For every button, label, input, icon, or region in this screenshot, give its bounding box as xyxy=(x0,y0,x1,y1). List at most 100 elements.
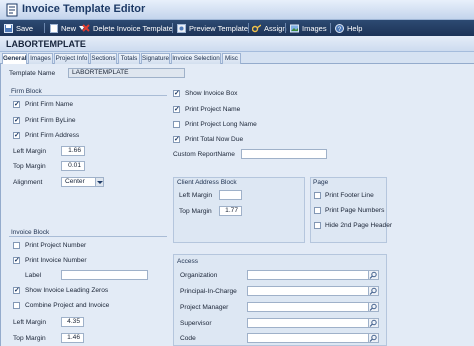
search-icon[interactable] xyxy=(368,271,378,279)
client-address-block-title: Client Address Block xyxy=(177,179,237,186)
client-left-margin-label: Left Margin xyxy=(179,192,212,199)
print-firm-address-label: Print Firm Address xyxy=(25,132,80,139)
tab-project-info[interactable]: Project Info xyxy=(54,53,89,64)
firm-left-margin-field[interactable]: 1.66 xyxy=(61,146,85,156)
print-page-numbers-checkbox[interactable] xyxy=(314,207,321,214)
firm-top-margin-label: Top Margin xyxy=(13,163,46,170)
alignment-label: Alignment xyxy=(13,179,43,186)
code-lookup[interactable] xyxy=(247,333,379,343)
show-invoice-leading-zeros-label: Show Invoice Leading Zeros xyxy=(25,287,109,294)
delete-label: Delete Invoice Template xyxy=(93,23,173,33)
help-button[interactable]: ? Help xyxy=(335,20,362,36)
record-header: LABORTEMPLATE xyxy=(0,36,474,52)
toolbar-divider xyxy=(248,23,249,33)
hide-2nd-page-header-checkbox[interactable] xyxy=(314,222,321,229)
organization-lookup[interactable] xyxy=(247,270,379,280)
save-icon xyxy=(4,23,13,33)
delete-invoice-template-button[interactable]: Delete Invoice Template xyxy=(82,20,173,36)
tab-signature[interactable]: Signature xyxy=(141,53,170,64)
save-button[interactable]: Save xyxy=(4,20,33,36)
firm-block-divider xyxy=(9,95,167,96)
print-invoice-number-checkbox[interactable] xyxy=(13,256,20,264)
assign-label: Assign xyxy=(264,23,287,33)
print-footer-line-label: Print Footer Line xyxy=(325,192,374,199)
print-project-number-checkbox[interactable] xyxy=(13,242,20,249)
print-firm-name-checkbox[interactable] xyxy=(13,100,20,108)
print-total-now-due-checkbox[interactable] xyxy=(173,135,180,143)
print-project-name-checkbox[interactable] xyxy=(173,105,180,113)
access-block-title: Access xyxy=(177,258,198,265)
print-firm-byline-checkbox[interactable] xyxy=(13,116,20,124)
principal-in-charge-lookup[interactable] xyxy=(247,286,379,296)
tab-images[interactable]: Images xyxy=(28,53,53,64)
search-icon[interactable] xyxy=(368,303,378,311)
code-label: Code xyxy=(180,335,196,342)
invoice-top-margin-label: Top Margin xyxy=(13,335,46,342)
firm-block-title: Firm Block xyxy=(11,88,42,95)
invoice-label-field[interactable] xyxy=(61,270,148,280)
tab-misc[interactable]: Misc xyxy=(222,53,241,64)
firm-top-margin-field[interactable]: 0.01 xyxy=(61,161,85,171)
search-icon[interactable] xyxy=(368,319,378,327)
print-firm-address-checkbox[interactable] xyxy=(13,131,20,139)
client-top-margin-field[interactable]: 1.77 xyxy=(219,206,242,216)
toolbar-divider xyxy=(44,23,45,33)
delete-icon xyxy=(82,24,90,32)
organization-label: Organization xyxy=(180,272,218,279)
template-name-field[interactable]: LABORTEMPLATE xyxy=(68,68,185,78)
client-left-margin-field[interactable] xyxy=(219,190,242,200)
show-invoice-box-label: Show Invoice Box xyxy=(185,90,238,97)
tab-sections[interactable]: Sections xyxy=(90,53,117,64)
invoice-left-margin-label: Left Margin xyxy=(13,319,46,326)
invoice-editor-icon xyxy=(6,3,18,17)
tab-strip: General Images Project Info Sections Tot… xyxy=(0,52,474,65)
project-manager-label: Project Manager xyxy=(180,304,229,311)
general-panel: Template Name LABORTEMPLATE Firm Block P… xyxy=(0,64,474,346)
print-project-number-label: Print Project Number xyxy=(25,242,87,249)
combine-project-and-invoice-checkbox[interactable] xyxy=(13,302,20,309)
images-label: Images xyxy=(302,23,327,33)
new-label: New xyxy=(61,23,77,33)
print-footer-line-checkbox[interactable] xyxy=(314,192,321,199)
invoice-left-margin-field[interactable]: 4.35 xyxy=(61,317,84,327)
save-label: Save xyxy=(16,23,34,33)
window-titlebar: Invoice Template Editor xyxy=(0,0,474,20)
invoice-block-divider xyxy=(9,236,167,237)
supervisor-label: Supervisor xyxy=(180,320,212,327)
page-block-title: Page xyxy=(313,179,329,186)
alignment-value: Center xyxy=(65,178,85,185)
invoice-top-margin-field[interactable]: 1.46 xyxy=(61,333,84,343)
images-button[interactable]: Images xyxy=(290,20,327,36)
show-invoice-box-checkbox[interactable] xyxy=(173,89,180,97)
principal-in-charge-label: Principal-In-Charge xyxy=(180,288,237,295)
print-firm-byline-label: Print Firm ByLine xyxy=(25,117,76,124)
images-icon xyxy=(290,24,299,32)
custom-report-name-label: Custom ReportName xyxy=(173,151,235,158)
chevron-down-icon[interactable] xyxy=(95,178,103,186)
preview-icon xyxy=(177,23,186,33)
search-icon[interactable] xyxy=(368,287,378,295)
show-invoice-leading-zeros-checkbox[interactable] xyxy=(13,286,20,294)
alignment-select[interactable]: Center xyxy=(61,177,104,187)
window-title: Invoice Template Editor xyxy=(22,3,146,15)
assign-icon xyxy=(252,23,261,32)
print-project-name-label: Print Project Name xyxy=(185,106,241,113)
search-icon[interactable] xyxy=(368,334,378,342)
print-invoice-number-label: Print Invoice Number xyxy=(25,257,87,264)
template-name-label: Template Name xyxy=(9,70,56,77)
invoice-block-title: Invoice Block xyxy=(11,229,50,236)
toolbar-divider xyxy=(285,23,286,33)
project-manager-lookup[interactable] xyxy=(247,302,379,312)
preview-template-button[interactable]: Preview Template xyxy=(177,20,248,36)
print-page-numbers-label: Print Page Numbers xyxy=(325,207,385,214)
preview-label: Preview Template xyxy=(189,23,249,33)
custom-report-name-field[interactable] xyxy=(241,149,327,159)
tab-invoice-selection[interactable]: Invoice Selection xyxy=(171,53,221,64)
new-button[interactable]: New xyxy=(50,20,86,36)
print-project-long-name-checkbox[interactable] xyxy=(173,121,180,128)
help-label: Help xyxy=(347,23,363,33)
assign-button[interactable]: Assign xyxy=(252,20,287,36)
tab-totals[interactable]: Totals xyxy=(118,53,140,64)
supervisor-lookup[interactable] xyxy=(247,318,379,328)
hide-2nd-page-header-label: Hide 2nd Page Header xyxy=(325,222,393,229)
